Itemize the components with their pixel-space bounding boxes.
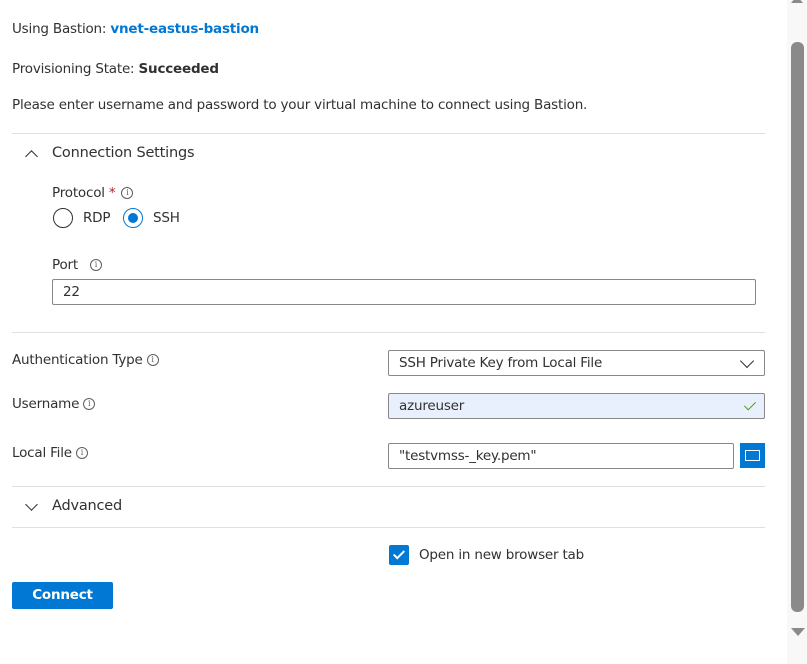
chevron-down-icon: [739, 353, 755, 369]
bastion-link[interactable]: vnet-eastus-bastion: [110, 21, 259, 37]
instructions: Please enter username and password to yo…: [12, 97, 588, 113]
info-icon[interactable]: i: [83, 398, 96, 410]
divider: [12, 332, 765, 333]
bastion-info: Using Bastion: vnet-eastus-bastion: [12, 21, 259, 37]
chevron-up-icon: [25, 150, 38, 163]
divider: [12, 133, 765, 134]
checkmark-icon: [392, 547, 406, 560]
info-icon[interactable]: i: [89, 259, 102, 271]
radio-rdp-label: RDP: [83, 210, 111, 226]
scrollbar[interactable]: [787, 0, 807, 664]
folder-icon: [745, 450, 760, 461]
info-icon[interactable]: i: [75, 447, 88, 459]
info-icon[interactable]: i: [121, 187, 134, 199]
username-input[interactable]: azureuser: [388, 393, 765, 419]
port-input[interactable]: 22: [52, 279, 756, 305]
advanced-toggle[interactable]: Advanced: [20, 496, 220, 518]
scroll-up-arrow-icon[interactable]: [791, 0, 803, 3]
username-label: Username i: [12, 396, 96, 412]
local-file-label: Local File i: [12, 445, 88, 461]
provisioning-value: Succeeded: [138, 61, 220, 77]
auth-type-label: Authentication Type i: [12, 352, 159, 368]
local-file-input[interactable]: "testvmss-_key.pem": [388, 443, 734, 469]
divider: [12, 486, 765, 487]
open-new-tab-label: Open in new browser tab: [419, 547, 584, 563]
radio-rdp[interactable]: [53, 208, 73, 228]
chevron-down-icon: [25, 498, 38, 511]
radio-ssh[interactable]: [123, 208, 143, 228]
advanced-title: Advanced: [52, 498, 123, 514]
protocol-label: Protocol * i: [52, 185, 134, 201]
port-label: Port i: [52, 257, 102, 273]
auth-type-select[interactable]: SSH Private Key from Local File: [388, 350, 765, 376]
connection-settings-toggle[interactable]: Connection Settings: [20, 143, 220, 165]
connection-settings-title: Connection Settings: [52, 145, 195, 161]
open-new-tab-checkbox[interactable]: [389, 545, 409, 565]
scroll-down-arrow-icon[interactable]: [791, 628, 805, 636]
radio-ssh-label: SSH: [153, 210, 180, 226]
connect-button[interactable]: Connect: [12, 582, 113, 609]
info-icon[interactable]: i: [146, 354, 159, 366]
required-asterisk: *: [108, 185, 116, 201]
scrollbar-thumb[interactable]: [791, 42, 804, 612]
divider: [12, 527, 765, 528]
browse-file-button[interactable]: [740, 443, 765, 468]
provisioning-state: Provisioning State: Succeeded: [12, 61, 219, 77]
checkmark-icon: [743, 398, 757, 411]
